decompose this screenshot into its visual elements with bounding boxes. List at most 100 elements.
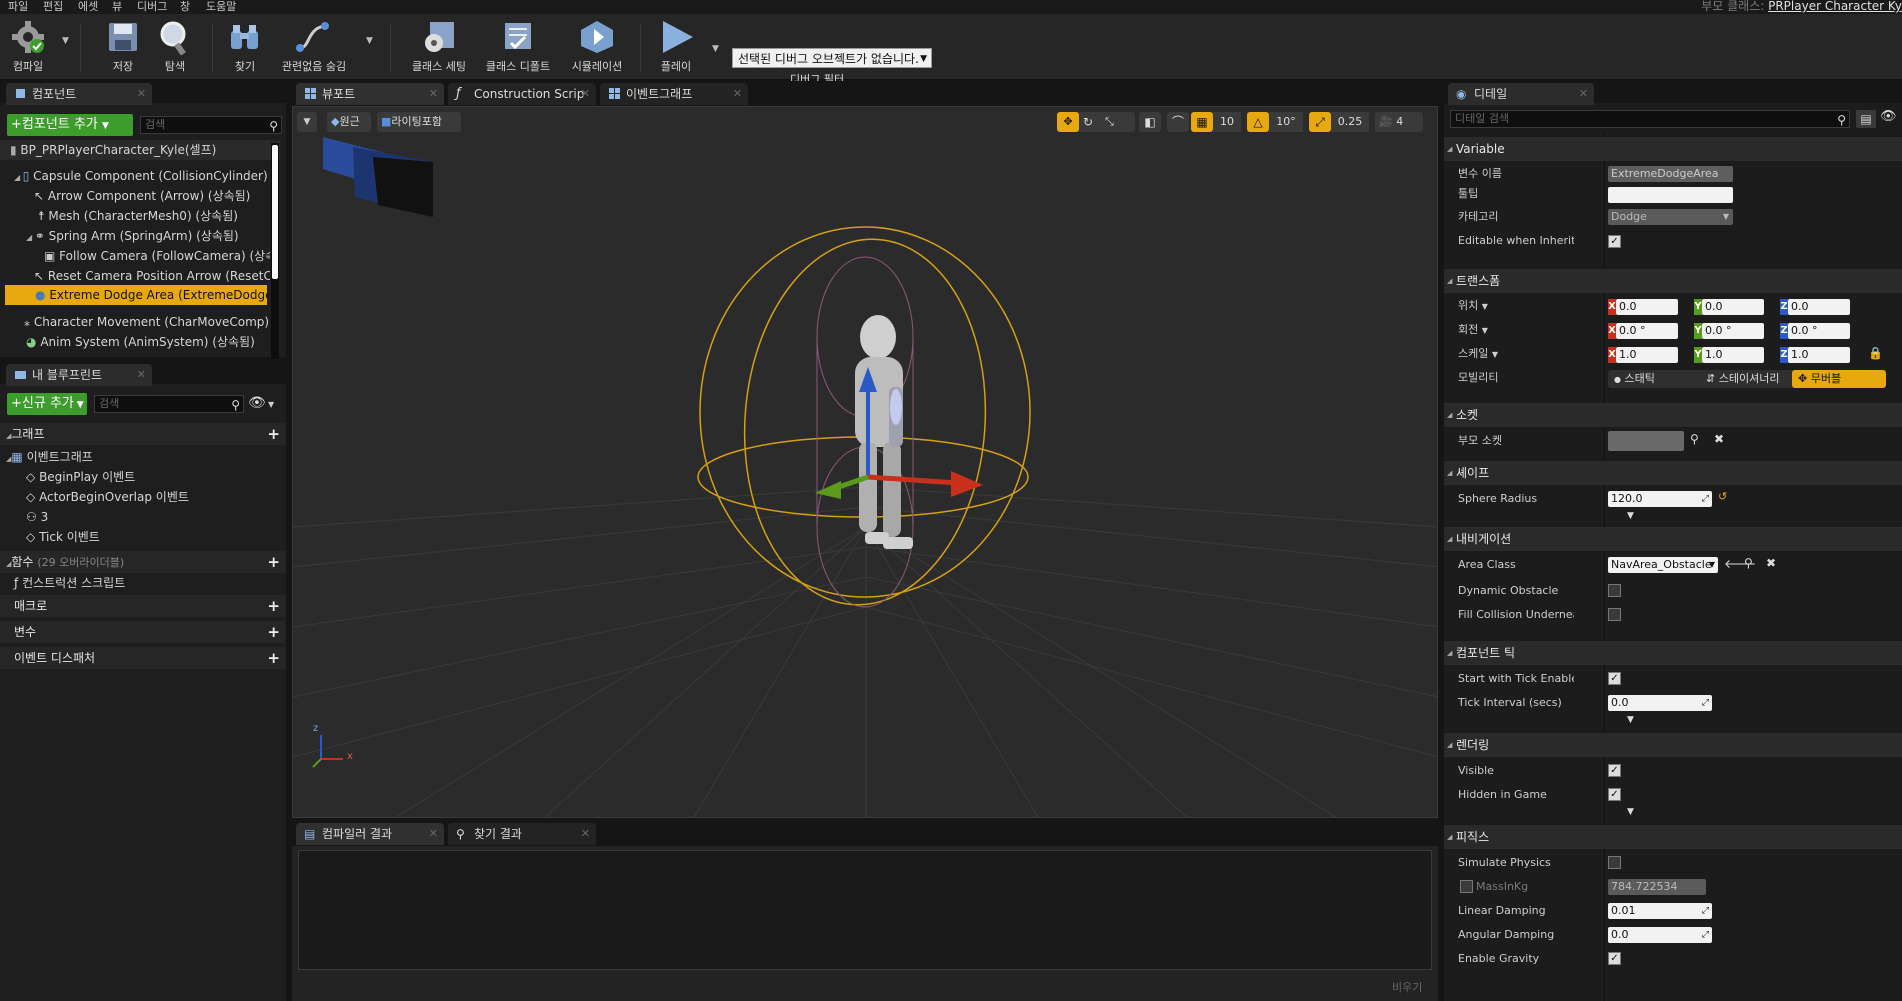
rotate-mode-icon[interactable]: ↻ — [1083, 112, 1093, 132]
blueprint-search-input[interactable]: 검색 ⚲ — [94, 395, 244, 413]
menu-view[interactable]: 뷰 — [112, 0, 122, 13]
find-button[interactable]: 찾기 — [222, 18, 268, 78]
mobility-stationary[interactable]: ⇵ 스테이셔너리 — [1700, 370, 1792, 388]
add-component-button[interactable]: +컴포넌트 추가 ▼ — [7, 114, 133, 136]
navigation-section[interactable]: 내비게이션 — [1444, 527, 1902, 551]
hide-unrelated-button[interactable]: 관련없음 숨김 — [276, 18, 352, 78]
tab-details[interactable]: ◉ 디테일 ✕ — [1448, 83, 1594, 105]
components-search-input[interactable]: 검색 ⚲ — [140, 116, 282, 134]
rotation-x[interactable]: 0.0 ° — [1616, 323, 1678, 339]
menu-help[interactable]: 도움말 — [206, 0, 236, 13]
camera-speed-button[interactable]: 🎥 4 — [1375, 112, 1423, 132]
start-tick-checkbox[interactable]: ✓ — [1608, 672, 1621, 685]
browse-button[interactable]: 탐색 — [152, 18, 198, 78]
class-defaults-button[interactable]: 클래스 디폴트 — [482, 18, 554, 78]
grid-snap-icon[interactable]: ▦ — [1191, 112, 1213, 132]
dynamic-obstacle-checkbox[interactable] — [1608, 584, 1621, 597]
transform-section[interactable]: 트랜스폼 — [1444, 269, 1902, 293]
hidden-in-game-checkbox[interactable]: ✓ — [1608, 788, 1621, 801]
reset-to-default-icon[interactable]: ↺ — [1718, 490, 1727, 503]
variable-section[interactable]: Variable — [1444, 137, 1902, 161]
add-function-icon[interactable]: + — [267, 551, 280, 573]
socket-clear-icon[interactable]: ✖ — [1714, 432, 1724, 446]
graph-section[interactable]: ◢그래프 + — [0, 423, 286, 445]
tab-find-results[interactable]: ⚲ 찾기 결과 ✕ — [448, 823, 596, 845]
add-dispatcher-icon[interactable]: + — [267, 647, 280, 669]
tab-event-graph[interactable]: 이벤트그래프 ✕ — [600, 83, 748, 105]
socket-section[interactable]: 소켓 — [1444, 403, 1902, 427]
visible-checkbox[interactable]: ✓ — [1608, 764, 1621, 777]
enable-gravity-checkbox[interactable]: ✓ — [1608, 952, 1621, 965]
surface-snap-icon[interactable]: ⌒ — [1167, 112, 1189, 132]
tab-my-blueprint[interactable]: 내 블루프린트 ✕ — [6, 364, 152, 386]
play-dropdown-icon[interactable]: ▼ — [712, 44, 719, 54]
rotation-snap-icon[interactable]: △ — [1247, 112, 1269, 132]
var-name-field[interactable]: ExtremeDodgeArea — [1608, 166, 1733, 182]
scale-mode-icon[interactable]: ⤡ — [1105, 112, 1114, 132]
location-y[interactable]: 0.0 — [1702, 299, 1764, 315]
menu-debug[interactable]: 디버그 — [137, 0, 167, 13]
area-class-dropdown[interactable]: NavArea_Obstacle ▼ — [1608, 557, 1718, 573]
component-tick-section[interactable]: 컴포넌트 틱 — [1444, 641, 1902, 665]
component-root[interactable]: ▮ BP_PRPlayerCharacter_Kyle(셀프) — [0, 140, 280, 160]
scale-z[interactable]: 1.0 — [1788, 347, 1850, 363]
scale-snap-value[interactable]: 0.25 — [1331, 112, 1369, 132]
grid-snap-value[interactable]: 10 — [1213, 112, 1241, 132]
mobility-static[interactable]: ● 스태틱 — [1608, 370, 1700, 388]
view-options-eye-icon[interactable]: 👁 — [248, 395, 266, 411]
scale-x[interactable]: 1.0 — [1616, 347, 1678, 363]
scale-y[interactable]: 1.0 — [1702, 347, 1764, 363]
component-char-movement[interactable]: ⁎ Character Movement (CharMoveComp) (상 — [0, 312, 270, 332]
event-item-beginplay[interactable]: ◇ BeginPlay 이벤트 — [0, 467, 280, 487]
component-capsule[interactable]: ◢ ▯ Capsule Component (CollisionCylinder… — [0, 166, 270, 186]
component-reset-arrow[interactable]: ↖ Reset Camera Position Arrow (ResetCar — [0, 266, 270, 286]
event-item-tick[interactable]: ◇ Tick 이벤트 — [0, 527, 280, 547]
component-anim-system[interactable]: ◕ Anim System (AnimSystem) (상속됨) — [0, 332, 270, 352]
component-arrow[interactable]: ↖ Arrow Component (Arrow) (상속됨) — [0, 186, 270, 206]
parent-class-link[interactable]: PRPlayer Character Ky — [1768, 0, 1902, 13]
save-button[interactable]: 저장 — [100, 18, 146, 78]
area-class-browse-icon[interactable]: ⚲ — [1744, 556, 1753, 570]
tab-compiler-results[interactable]: ▤ 컴파일러 결과 ✕ — [296, 823, 444, 845]
menu-asset[interactable]: 에셋 — [78, 0, 98, 13]
menu-edit[interactable]: 편집 — [43, 0, 63, 13]
debug-object-select[interactable]: 선택된 디버그 오브젝트가 없습니다. ▼ — [732, 48, 932, 68]
component-springarm[interactable]: ◢ ⚭ Spring Arm (SpringArm) (상속됨) — [0, 226, 270, 246]
lit-mode-button[interactable]: ■라이팅포함 — [377, 112, 461, 132]
rotation-snap-value[interactable]: 10° — [1269, 112, 1303, 132]
location-x[interactable]: 0.0 — [1616, 299, 1678, 315]
macros-section[interactable]: 매크로 + — [0, 595, 286, 617]
tab-construction-script[interactable]: ƒ Construction Scrip ✕ — [448, 83, 596, 105]
scale-label[interactable]: 스케일 ▼ — [1444, 344, 1574, 364]
add-new-button[interactable]: +신규 추가 ▼ — [7, 393, 87, 415]
functions-section[interactable]: ◢함수 (29 오버라이더블) + — [0, 551, 286, 573]
construction-script-item[interactable]: ƒ 컨스트럭션 스크립트 — [0, 573, 280, 593]
rotation-z[interactable]: 0.0 ° — [1788, 323, 1850, 339]
physics-section[interactable]: 피직스 — [1444, 825, 1902, 849]
angular-damping-field[interactable]: 0.0 ⤢ — [1608, 927, 1712, 943]
compile-dropdown-icon[interactable]: ▼ — [62, 36, 69, 46]
tick-advanced-expand-icon[interactable]: ▼ — [1627, 715, 1634, 725]
event-item-overlap[interactable]: ◇ ActorBeginOverlap 이벤트 — [0, 487, 280, 507]
scale-lock-icon[interactable]: 🔒 — [1868, 346, 1883, 360]
details-search-input[interactable]: 디테일 검색 ⚲ — [1450, 110, 1850, 128]
compile-button[interactable]: 컴파일 — [4, 18, 52, 78]
add-variable-icon[interactable]: + — [267, 621, 280, 643]
fill-collision-checkbox[interactable] — [1608, 608, 1621, 621]
rendering-section[interactable]: 렌더링 — [1444, 733, 1902, 757]
linear-damping-field[interactable]: 0.01 ⤢ — [1608, 903, 1712, 919]
rotation-label[interactable]: 회전 ▼ — [1444, 320, 1574, 340]
component-camera[interactable]: ▣ Follow Camera (FollowCamera) (상속됨 — [0, 246, 270, 266]
shape-advanced-expand-icon[interactable]: ▼ — [1627, 511, 1634, 521]
simulate-physics-checkbox[interactable] — [1608, 856, 1621, 869]
rotation-y[interactable]: 0.0 ° — [1702, 323, 1764, 339]
event-item-3[interactable]: ⚇ 3 — [0, 507, 280, 527]
menu-window[interactable]: 창 — [180, 0, 190, 13]
menu-file[interactable]: 파일 — [8, 0, 28, 13]
tab-components[interactable]: 컴포넌트 ✕ — [6, 83, 152, 105]
mobility-movable[interactable]: ✥ 무버블 — [1792, 370, 1886, 388]
socket-browse-icon[interactable]: ⚲ — [1690, 432, 1699, 446]
simulation-button[interactable]: 시뮬레이션 — [564, 18, 630, 78]
variables-section[interactable]: 변수 + — [0, 621, 286, 643]
add-macro-icon[interactable]: + — [267, 595, 280, 617]
